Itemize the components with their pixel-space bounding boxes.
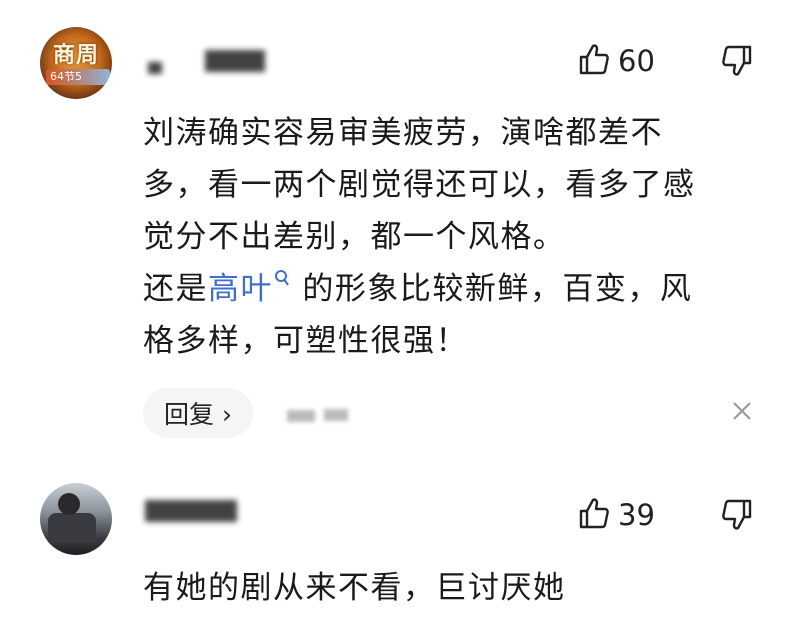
comment-line: 还是高叶 的形象比较新鲜，百变，风 xyxy=(143,263,696,315)
close-icon[interactable] xyxy=(729,398,755,424)
comment-line: 有她的剧从来不看，巨讨厌她 xyxy=(143,570,566,606)
comment-meta-redacted xyxy=(287,410,315,422)
comment-body: 有她的剧从来不看，巨讨厌她 xyxy=(143,562,566,614)
reply-button[interactable]: 回复 › xyxy=(143,388,253,438)
thumbs-up-icon xyxy=(578,496,610,534)
comment-line: 格多样，可塑性很强！ xyxy=(143,323,468,359)
comment-body: 刘涛确实容易审美疲劳，演啥都差不 多，看一两个剧觉得还可以，看多了感 觉分不出差… xyxy=(143,107,696,367)
username-redacted[interactable] xyxy=(145,500,237,522)
username-redacted[interactable] xyxy=(148,62,162,74)
like-button[interactable]: 60 xyxy=(578,42,655,80)
thumbs-down-icon[interactable] xyxy=(721,44,753,82)
comment-meta-redacted xyxy=(324,409,348,421)
thumbs-down-icon[interactable] xyxy=(721,498,753,536)
avatar-figure xyxy=(48,513,96,543)
comment-line: 刘涛确实容易审美疲劳，演啥都差不 xyxy=(143,115,663,151)
avatar-text: 商周 xyxy=(52,43,99,68)
like-count: 60 xyxy=(618,44,655,78)
text-segment: 还是 xyxy=(143,271,208,307)
comment-line: 多，看一两个剧觉得还可以，看多了感 xyxy=(143,167,696,203)
search-link-label: 高叶 xyxy=(208,271,273,307)
comment-line: 觉分不出差别，都一个风格。 xyxy=(143,219,566,255)
text-segment: 的形象比较新鲜，百变，风 xyxy=(291,271,693,307)
avatar[interactable]: 商周 64节5 xyxy=(40,27,112,99)
like-button[interactable]: 39 xyxy=(578,496,655,534)
username-redacted[interactable] xyxy=(205,50,265,72)
avatar-head xyxy=(58,493,80,515)
avatar-subtext: 64节5 xyxy=(46,69,110,85)
search-icon xyxy=(273,270,291,307)
thumbs-up-icon xyxy=(578,42,610,80)
avatar[interactable] xyxy=(40,483,112,555)
search-link[interactable]: 高叶 xyxy=(208,270,291,307)
like-count: 39 xyxy=(618,498,655,532)
